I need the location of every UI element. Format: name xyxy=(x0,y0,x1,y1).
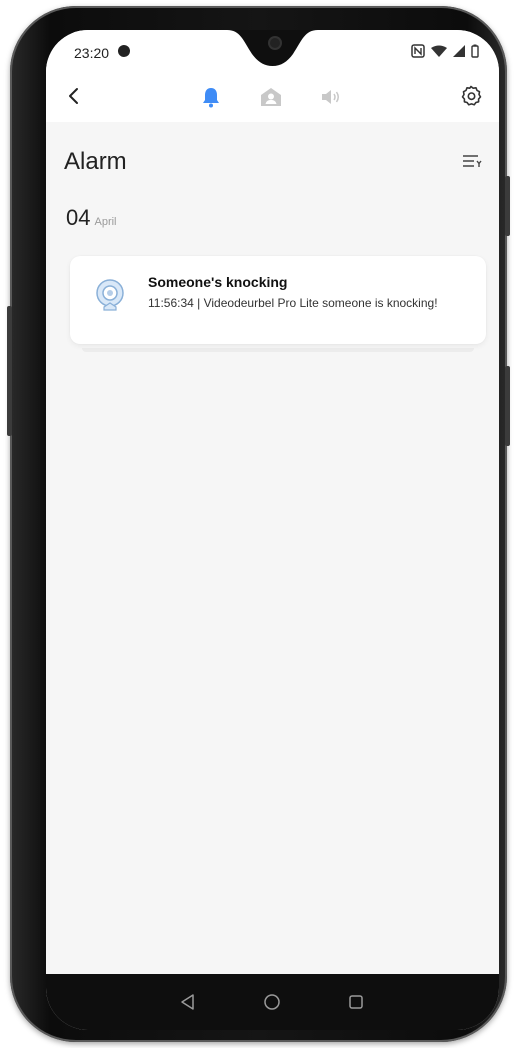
alarm-title: Someone's knocking xyxy=(148,274,288,290)
screen: 23:20 Alarm 04 April Someone's knocking … xyxy=(46,30,499,1030)
header-tabs xyxy=(196,82,346,112)
speaker-icon xyxy=(322,90,339,104)
status-time: 23:20 xyxy=(74,45,110,61)
back-arrow-icon[interactable] xyxy=(62,84,86,108)
notch xyxy=(227,30,318,66)
wifi-icon xyxy=(431,45,447,57)
settings-gear-icon[interactable] xyxy=(459,84,483,108)
status-icons xyxy=(411,44,479,58)
camera-device-icon xyxy=(96,279,124,311)
filter-list-icon[interactable] xyxy=(462,152,482,170)
date-month: April xyxy=(94,216,117,228)
android-nav-bar xyxy=(46,974,499,1030)
page-title: Alarm xyxy=(64,148,127,175)
nfc-icon xyxy=(411,44,425,58)
signal-icon xyxy=(453,45,465,57)
alarm-card[interactable]: Someone's knocking 11:56:34 | Videodeurb… xyxy=(70,256,486,344)
person-home-icon xyxy=(261,88,281,106)
card-stack-shadow xyxy=(82,348,474,352)
alarm-description: 11:56:34 | Videodeurbel Pro Lite someone… xyxy=(148,296,438,310)
date-day: 04 xyxy=(66,205,91,230)
top-nav xyxy=(46,70,499,122)
date-header: 04 April xyxy=(66,205,117,231)
alert-slider xyxy=(505,366,510,446)
spotify-icon xyxy=(118,45,130,57)
nav-home-icon[interactable] xyxy=(260,990,284,1014)
nav-back-icon[interactable] xyxy=(176,990,200,1014)
nav-recents-icon[interactable] xyxy=(344,990,368,1014)
power-button xyxy=(7,306,12,436)
battery-icon xyxy=(471,44,479,58)
tab-visitors[interactable] xyxy=(256,82,286,112)
phone-frame: 23:20 Alarm 04 April Someone's knocking … xyxy=(7,6,510,1042)
front-camera xyxy=(270,38,280,48)
tab-alarms[interactable] xyxy=(196,82,226,112)
tab-sound[interactable] xyxy=(316,82,346,112)
bell-icon xyxy=(203,88,219,108)
volume-button xyxy=(505,176,510,236)
